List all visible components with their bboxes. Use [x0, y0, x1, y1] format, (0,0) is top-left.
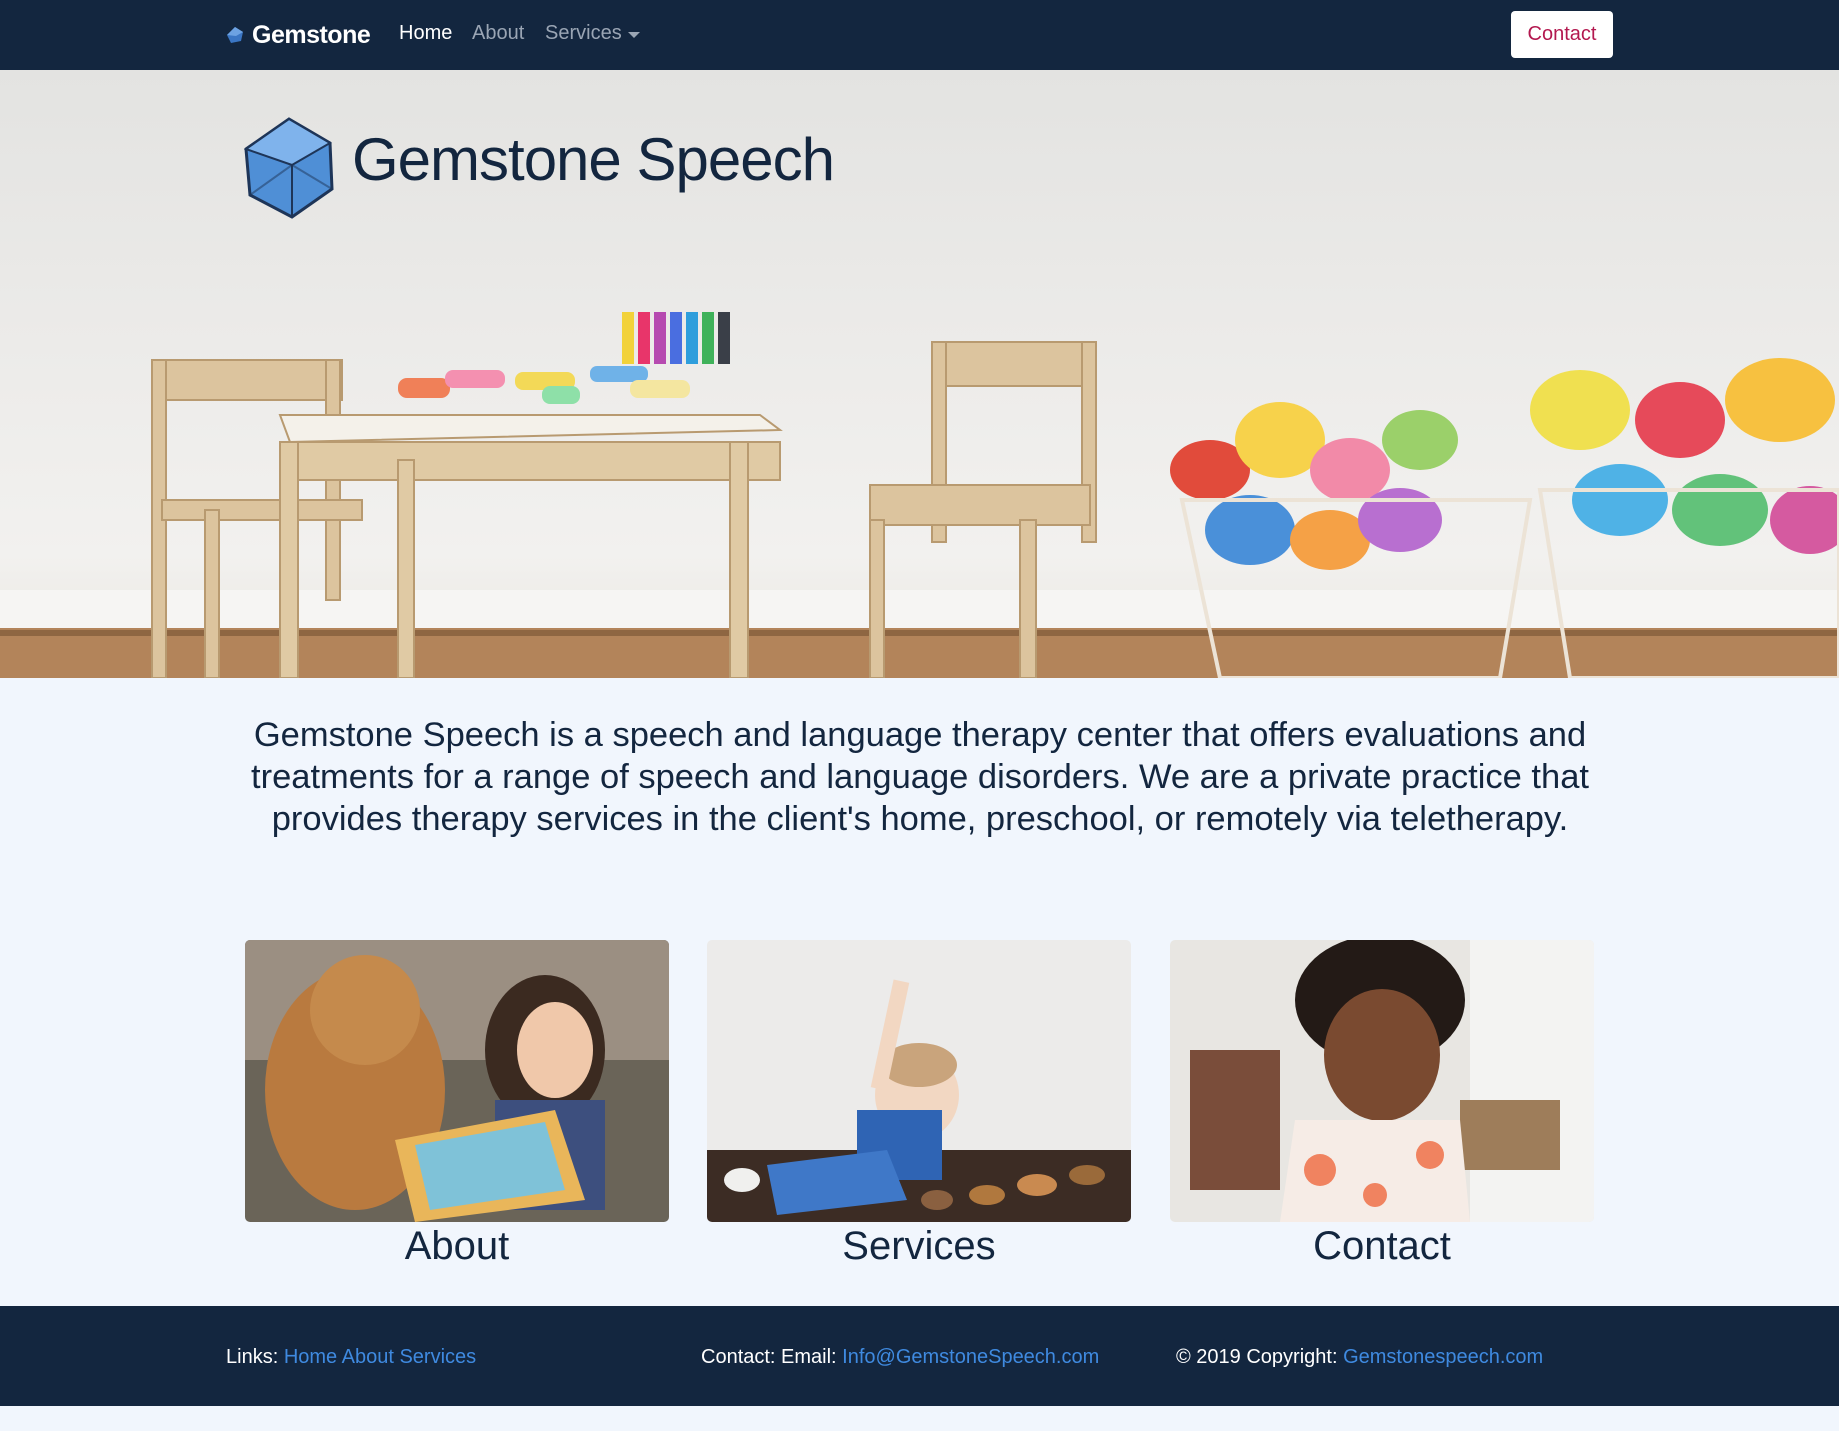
hero-banner: Gemstone Speech: [0, 70, 1839, 678]
footer-link-home[interactable]: Home: [284, 1346, 337, 1368]
nav-about[interactable]: About: [472, 22, 524, 45]
footer-copyright: © 2019 Copyright: Gemstonespeech.com: [1176, 1346, 1543, 1369]
footer: Links: Home About Services Contact: Emai…: [0, 1306, 1839, 1406]
caret-down-icon: [627, 31, 640, 38]
contact-card[interactable]: Contact: [1170, 940, 1594, 1269]
smiling-toddler-photo: [1170, 940, 1594, 1222]
hero-title: Gemstone Speech: [352, 126, 835, 193]
contact-button[interactable]: Contact: [1511, 11, 1613, 58]
gemstone-logo-icon: [244, 117, 334, 219]
gem-icon: [227, 27, 243, 43]
footer-copyright-label: © 2019 Copyright:: [1176, 1346, 1338, 1368]
footer-links: Links: Home About Services: [226, 1346, 476, 1369]
footer-link-about[interactable]: About: [342, 1346, 394, 1368]
contact-card-image[interactable]: [1170, 940, 1594, 1222]
brand-link[interactable]: Gemstone: [226, 18, 371, 52]
footer-email-link[interactable]: Info@GemstoneSpeech.com: [842, 1346, 1099, 1368]
intro-paragraph: Gemstone Speech is a speech and language…: [251, 716, 1589, 838]
footer-links-label: Links:: [226, 1346, 279, 1368]
nav-home[interactable]: Home: [399, 22, 452, 45]
boy-playing-animals-photo: [707, 940, 1131, 1222]
nav-services-label: Services: [545, 22, 622, 44]
girl-reading-photo: [245, 940, 669, 1222]
footer-link-services[interactable]: Services: [399, 1346, 476, 1368]
footer-contact: Contact: Email: Info@GemstoneSpeech.com: [701, 1346, 1099, 1369]
about-card-image[interactable]: [245, 940, 669, 1222]
nav-services-dropdown[interactable]: Services: [545, 22, 640, 45]
services-card[interactable]: Services: [707, 940, 1131, 1269]
brand-name: Gemstone: [252, 20, 371, 49]
contact-card-label[interactable]: Contact: [1170, 1224, 1594, 1269]
navbar: Gemstone Home About Services Contact: [0, 0, 1839, 70]
services-card-image[interactable]: [707, 940, 1131, 1222]
footer-contact-label: Contact: Email:: [701, 1346, 837, 1368]
about-card-label[interactable]: About: [245, 1224, 669, 1269]
about-card[interactable]: About: [245, 940, 669, 1269]
services-card-label[interactable]: Services: [707, 1224, 1131, 1269]
footer-site-link[interactable]: Gemstonespeech.com: [1343, 1346, 1543, 1368]
